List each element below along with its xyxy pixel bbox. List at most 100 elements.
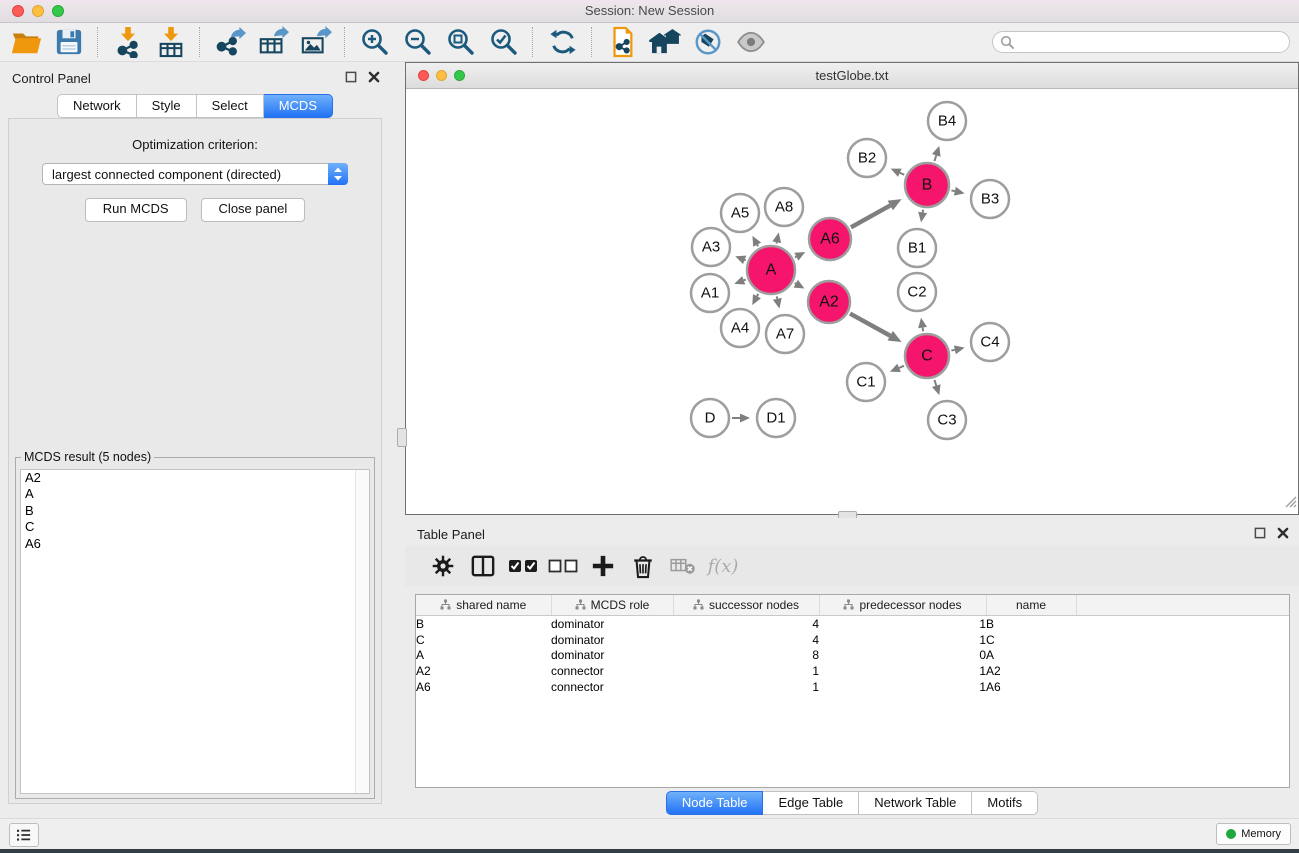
zoom-fit-icon[interactable] (439, 25, 482, 59)
graph-edge-A-A6[interactable] (795, 257, 796, 258)
graph-edge-B-B2[interactable] (900, 173, 904, 175)
table-cell[interactable]: dominator (551, 616, 673, 632)
show-hide-eye-icon[interactable] (729, 25, 772, 59)
refresh-layout-icon[interactable] (541, 25, 584, 59)
export-network-icon[interactable] (208, 25, 251, 59)
column-header-mcds-role[interactable]: MCDS role (551, 595, 673, 616)
save-session-icon[interactable] (47, 25, 90, 59)
close-window-button[interactable] (12, 5, 24, 17)
deselect-all-columns-icon[interactable] (543, 549, 583, 583)
table-cell[interactable]: 4 (673, 632, 819, 648)
table-row[interactable]: A2connector11A2 (416, 663, 1289, 679)
table-cell[interactable]: A2 (416, 663, 551, 679)
search-box[interactable] (992, 31, 1290, 53)
graph-edge-A6-B[interactable] (851, 205, 890, 227)
network-window-titlebar[interactable]: testGlobe.txt (406, 63, 1298, 89)
tab-edge-table[interactable]: Edge Table (763, 791, 859, 815)
graph-edge-A2-C[interactable] (850, 314, 890, 336)
network-graph[interactable]: B4B2BB3A5A8A6B1A3AA1C2A2A4A7C4CC1C3DD1 (406, 89, 1298, 514)
graph-edge-B-B3[interactable] (951, 190, 954, 191)
tab-mcds[interactable]: MCDS (264, 94, 333, 118)
select-all-columns-icon[interactable] (503, 549, 543, 583)
graph-edge-A-A7[interactable] (777, 296, 778, 298)
network-minimize-button[interactable] (436, 70, 447, 81)
close-panel-icon[interactable] (368, 71, 380, 83)
import-network-icon[interactable] (106, 25, 149, 59)
vertical-splitter-handle[interactable] (397, 428, 407, 447)
tab-network[interactable]: Network (57, 94, 137, 118)
tab-network-table[interactable]: Network Table (859, 791, 972, 815)
open-session-icon[interactable] (4, 25, 47, 59)
mcds-result-item[interactable]: B (21, 503, 369, 519)
table-cell[interactable]: 1 (673, 679, 819, 695)
function-builder-icon[interactable]: f(x) (703, 549, 743, 583)
resize-grip-icon[interactable] (1284, 495, 1297, 513)
mcds-result-item[interactable]: A6 (21, 536, 369, 552)
table-cell[interactable]: B (986, 616, 1076, 632)
column-header-successor-nodes[interactable]: successor nodes (673, 595, 819, 616)
graph-edge-A-A1[interactable] (744, 280, 746, 281)
table-cell[interactable]: 4 (673, 616, 819, 632)
table-row[interactable]: Adominator80A (416, 648, 1289, 664)
add-column-icon[interactable] (583, 549, 623, 583)
zoom-out-icon[interactable] (396, 25, 439, 59)
minimize-window-button[interactable] (32, 5, 44, 17)
table-cell[interactable]: connector (551, 663, 673, 679)
table-cell[interactable]: C (416, 632, 551, 648)
table-cell[interactable]: 1 (673, 663, 819, 679)
graph-edge-A-A2[interactable] (795, 283, 796, 284)
delete-column-trash-icon[interactable] (623, 549, 663, 583)
home-icon[interactable] (643, 25, 686, 59)
graph-edge-A-A5[interactable] (757, 245, 758, 247)
table-cell[interactable]: A6 (416, 679, 551, 695)
node-table[interactable]: shared nameMCDS rolesuccessor nodesprede… (415, 594, 1290, 788)
table-cell[interactable]: 1 (819, 632, 986, 648)
delete-table-icon[interactable] (663, 549, 703, 583)
search-input[interactable] (1014, 34, 1268, 50)
graph-edge-C-C1[interactable] (899, 366, 904, 368)
run-mcds-button[interactable]: Run MCDS (85, 198, 187, 222)
table-cell[interactable]: dominator (551, 648, 673, 664)
zoom-window-button[interactable] (52, 5, 64, 17)
table-cell[interactable]: 0 (819, 648, 986, 664)
tab-node-table[interactable]: Node Table (666, 791, 764, 815)
list-scrollbar[interactable] (355, 470, 369, 793)
optimization-criterion-select[interactable]: largest connected component (directed) (42, 163, 348, 185)
table-cell[interactable]: A2 (986, 663, 1076, 679)
memory-button[interactable]: Memory (1216, 823, 1291, 845)
table-row[interactable]: Cdominator41C (416, 632, 1289, 648)
table-cell[interactable]: A (416, 648, 551, 664)
graph-edge-C-C2[interactable] (923, 328, 924, 332)
table-cell[interactable]: connector (551, 679, 673, 695)
import-table-icon[interactable] (149, 25, 192, 59)
tab-select[interactable]: Select (197, 94, 264, 118)
table-row[interactable]: A6connector11A6 (416, 679, 1289, 695)
network-close-button[interactable] (418, 70, 429, 81)
graph-edge-C-C4[interactable] (951, 350, 954, 351)
tab-motifs[interactable]: Motifs (972, 791, 1038, 815)
tab-style[interactable]: Style (137, 94, 197, 118)
zoom-in-icon[interactable] (353, 25, 396, 59)
table-cell[interactable]: A6 (986, 679, 1076, 695)
show-column-panel-icon[interactable] (463, 549, 503, 583)
network-canvas[interactable]: B4B2BB3A5A8A6B1A3AA1C2A2A4A7C4CC1C3DD1 (406, 89, 1298, 514)
graph-edge-A-A4[interactable] (757, 294, 758, 296)
table-cell[interactable]: C (986, 632, 1076, 648)
float-panel-icon[interactable] (1254, 527, 1266, 539)
mcds-result-item[interactable]: A2 (21, 470, 369, 486)
duplicate-network-icon[interactable] (600, 25, 643, 59)
network-zoom-button[interactable] (454, 70, 465, 81)
mcds-result-item[interactable]: A (21, 486, 369, 502)
zoom-selected-icon[interactable] (482, 25, 525, 59)
table-row[interactable]: Bdominator41B (416, 616, 1289, 632)
hide-labels-icon[interactable] (686, 25, 729, 59)
column-header-predecessor-nodes[interactable]: predecessor nodes (819, 595, 986, 616)
graph-edge-C-C3[interactable] (934, 380, 936, 386)
export-image-icon[interactable] (294, 25, 337, 59)
column-header-shared-name[interactable]: shared name (416, 595, 551, 616)
close-panel-button[interactable]: Close panel (201, 198, 306, 222)
table-cell[interactable]: 8 (673, 648, 819, 664)
table-cell[interactable]: 1 (819, 616, 986, 632)
table-cell[interactable]: 1 (819, 663, 986, 679)
table-cell[interactable]: dominator (551, 632, 673, 648)
